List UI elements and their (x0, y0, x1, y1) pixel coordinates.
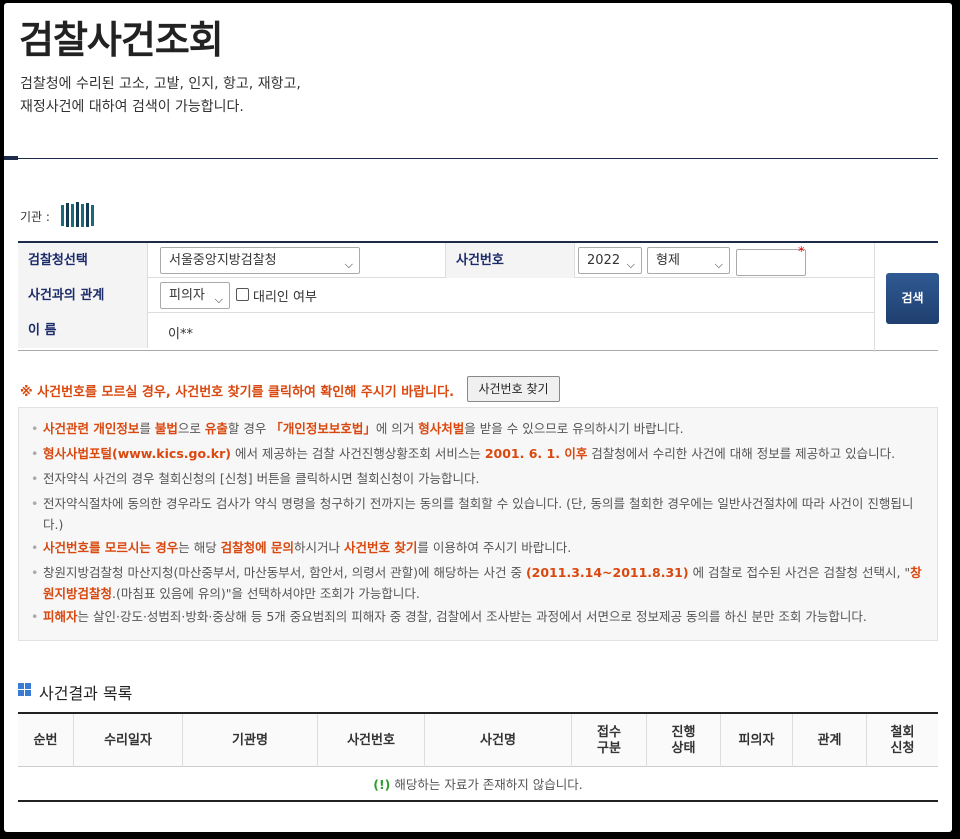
bullet-icon: • (31, 496, 39, 511)
info-text: 전자약식 사건의 경우 철회신청의 [신청] 버튼을 클릭하시면 철회신청이 가… (43, 471, 480, 486)
info-highlight: 불법 (154, 421, 178, 436)
org-label: 기관 : (20, 210, 50, 224)
office-select-value: 서울중앙지방검찰청 (169, 253, 277, 268)
year-select-value: 2022 (587, 253, 621, 268)
info-text: 할 경우 (227, 421, 271, 436)
chevron-down-icon: ⌵ (214, 293, 223, 306)
column-header: 피의자 (721, 714, 793, 767)
info-text: .(마침표 있음에 유의)"을 선택하셔야만 조회가 가능합니다. (112, 586, 420, 601)
info-text: 는 해당 (178, 540, 221, 555)
relation-select[interactable]: 피의자 ⌵ (160, 282, 230, 309)
info-text: 창원지방검찰청 마산지청(마산중부서, 마산동부서, 함안서, 의령서 관할)에… (43, 565, 526, 580)
info-item-withdraw: • 전자약식절차에 동의한 경우라도 검사가 약식 명령을 청구하기 전까지는 … (29, 493, 927, 535)
name-value: 이** (168, 327, 193, 342)
info-highlight: 피해자 (43, 609, 78, 624)
case-number-input[interactable] (736, 249, 806, 276)
chevron-down-icon: ⌵ (714, 258, 723, 271)
chevron-down-icon: ⌵ (626, 258, 635, 271)
column-header: 수리일자 (74, 714, 183, 767)
relation-select-value: 피의자 (169, 288, 205, 303)
description-line-2: 재정사건에 대하여 검색이 가능합니다. (20, 99, 244, 115)
column-header: 접수 구분 (572, 714, 647, 767)
bullet-icon: • (31, 471, 39, 486)
case-no-label: 사건번호 (445, 243, 575, 278)
empty-message: 해당하는 자료가 존재하지 않습니다. (390, 777, 583, 792)
required-mark: * (798, 245, 805, 260)
info-highlight: 형사처벌 (418, 421, 465, 436)
search-form: 검찰청선택 서울중앙지방검찰청 ⌵ 사건번호 2022 ⌵ 형제 ⌵ * 사건과… (18, 241, 939, 352)
column-header: 순번 (18, 714, 74, 767)
info-highlight: 사건번호 찾기 (344, 540, 418, 555)
column-header: 철회 신청 (890, 724, 915, 756)
bullet-icon: • (31, 540, 39, 555)
info-mark-icon: (!) (373, 777, 391, 792)
proxy-checkbox[interactable] (236, 288, 249, 301)
info-text: 으로 (177, 421, 205, 436)
info-highlight: 형사사법포털(www.kics.go.kr) (43, 446, 231, 461)
page-description: 검찰청에 수리된 고소, 고발, 인지, 항고, 재항고, 재정사건에 대하여 … (20, 73, 301, 119)
bullet-icon: • (31, 565, 39, 580)
info-text: 검찰청에서 수리한 사건에 대해 정보를 제공하고 있습니다. (587, 446, 896, 461)
info-panel: • 사건관련 개인정보를 불법으로 유출할 경우 「개인정보보호법」에 의거 형… (18, 407, 938, 641)
page-title: 검찰사건조회 (19, 18, 224, 62)
office-select[interactable]: 서울중앙지방검찰청 ⌵ (160, 247, 360, 274)
info-highlight: 「개인정보보호법」 (270, 421, 376, 436)
divider (4, 158, 938, 159)
column-header: 관계 (793, 714, 867, 767)
page-frame: 검찰사건조회 검찰청에 수리된 고소, 고발, 인지, 항고, 재항고, 재정사… (4, 3, 952, 832)
info-item-privacy: • 사건관련 개인정보를 불법으로 유출할 경우 「개인정보보호법」에 의거 형… (29, 418, 927, 439)
info-highlight: 검찰청에 문의 (220, 540, 295, 555)
info-highlight: 2001. 6. 1. 이후 (484, 446, 588, 461)
info-text: 는 살인·강도·성범죄·방화·중상해 등 5개 중요범죄의 피해자 중 경찰, … (77, 609, 867, 624)
case-number-notice: ※ 사건번호를 모르실 경우, 사건번호 찾기를 클릭하여 확인해 주시기 바랍… (20, 385, 455, 400)
info-text: 에 의거 (375, 421, 419, 436)
column-header: 진행 상태 (647, 714, 721, 767)
search-button[interactable]: 검색 (886, 273, 939, 324)
bullet-icon: • (31, 421, 39, 436)
case-type-select[interactable]: 형제 ⌵ (647, 247, 730, 274)
info-text: 를 (139, 421, 155, 436)
info-highlight: 유출 (204, 421, 228, 436)
description-line-1: 검찰청에 수리된 고소, 고발, 인지, 항고, 재항고, (20, 76, 301, 92)
info-highlight: (2011.3.14~2011.8.31) (525, 565, 689, 580)
column-header: 사건명 (425, 714, 572, 767)
info-item-portal: • 형사사법포털(www.kics.go.kr) 에서 제공하는 검찰 사건진행… (29, 443, 927, 464)
info-text: 에서 제공하는 검찰 사건진행상황조회 서비스는 (230, 446, 485, 461)
year-select[interactable]: 2022 ⌵ (578, 247, 642, 274)
results-header: 순번 수리일자 기관명 사건번호 사건명 접수 구분 진행 상태 피의자 관계 … (18, 712, 938, 767)
search-row-relation: 사건과의 관계 피의자 ⌵ 대리인 여부 (18, 278, 874, 313)
info-item-victim: • 피해자는 살인·강도·성범죄·방화·중상해 등 5개 중요범죄의 피해자 중… (29, 606, 927, 627)
info-text: 을 받을 수 있으므로 유의하시기 바랍니다. (464, 421, 684, 436)
office-label: 검찰청선택 (18, 243, 148, 278)
name-label: 이 름 (18, 313, 148, 348)
case-type-select-value: 형제 (656, 253, 680, 268)
results-title: 사건결과 목록 (39, 684, 133, 703)
column-header: 사건번호 (318, 714, 425, 767)
info-item-unknown-number: • 사건번호를 모르시는 경우는 해당 검찰청에 문의하시거나 사건번호 찾기를… (29, 537, 927, 558)
find-case-number-button[interactable]: 사건번호 찾기 (467, 376, 560, 402)
info-highlight: 사건관련 개인정보 (43, 421, 140, 436)
info-text: 를 이용하여 주시기 바랍니다. (417, 540, 572, 555)
info-item-changwon: • 창원지방검찰청 마산지청(마산중부서, 마산동부서, 함안서, 의령서 관할… (29, 562, 927, 604)
list-grid-icon (18, 683, 32, 697)
info-item-electronic: • 전자약식 사건의 경우 철회신청의 [신청] 버튼을 클릭하시면 철회신청이… (29, 468, 927, 489)
chevron-down-icon: ⌵ (344, 258, 353, 271)
empty-row: (!) 해당하는 자료가 존재하지 않습니다. (18, 767, 938, 802)
bullet-icon: • (31, 609, 39, 624)
bullet-icon: • (31, 446, 39, 461)
search-row-office: 검찰청선택 서울중앙지방검찰청 ⌵ 사건번호 2022 ⌵ 형제 ⌵ * (18, 243, 874, 278)
search-row-name: 이 름 이** (18, 313, 874, 348)
info-text: 전자약식절차에 동의한 경우라도 검사가 약식 명령을 청구하기 전까지는 동의… (43, 496, 914, 532)
prosecution-logo-icon (61, 202, 94, 227)
column-header: 기관명 (183, 714, 318, 767)
relation-label: 사건과의 관계 (18, 278, 148, 313)
info-text: 에 검찰로 접수된 사건은 검찰청 선택시, " (688, 565, 911, 580)
proxy-label: 대리인 여부 (253, 290, 317, 305)
search-divider (874, 243, 875, 352)
info-highlight: 사건번호를 모르시는 경우 (43, 540, 179, 555)
info-text: 하시거나 (294, 540, 345, 555)
